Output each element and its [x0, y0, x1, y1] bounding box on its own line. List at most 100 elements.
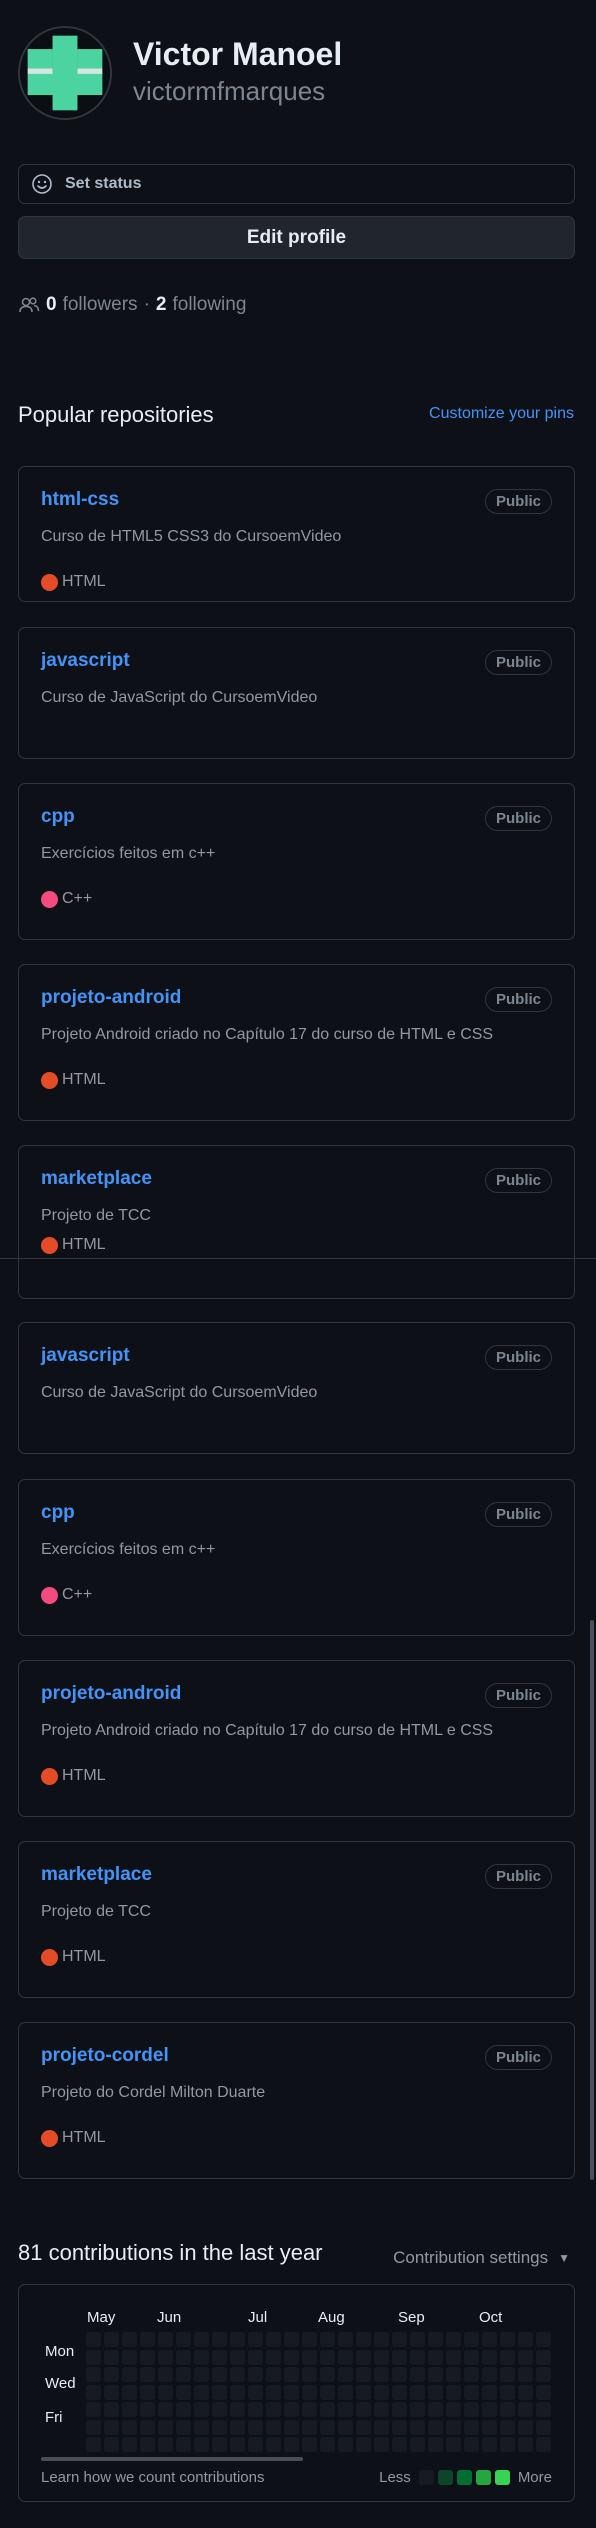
contribution-day-cell[interactable] [320, 2402, 335, 2417]
contribution-day-cell[interactable] [374, 2367, 389, 2382]
contribution-day-cell[interactable] [464, 2384, 479, 2400]
contribution-day-cell[interactable] [392, 2349, 407, 2365]
contribution-day-cell[interactable] [536, 2384, 551, 2400]
contribution-day-cell[interactable] [248, 2349, 263, 2365]
contribution-day-cell[interactable] [212, 2419, 227, 2435]
contribution-day-cell[interactable] [428, 2332, 443, 2347]
contribution-day-cell[interactable] [338, 2437, 353, 2452]
contribution-day-cell[interactable] [230, 2332, 245, 2347]
contribution-day-cell[interactable] [122, 2402, 137, 2417]
repo-name-link[interactable]: javascript [41, 650, 130, 672]
contribution-day-cell[interactable] [158, 2402, 173, 2417]
contribution-day-cell[interactable] [500, 2384, 515, 2400]
contribution-day-cell[interactable] [536, 2402, 551, 2417]
contribution-day-cell[interactable] [446, 2332, 461, 2347]
contribution-day-cell[interactable] [518, 2419, 533, 2435]
contribution-day-cell[interactable] [230, 2349, 245, 2365]
contribution-day-cell[interactable] [374, 2384, 389, 2400]
repo-name-link[interactable]: projeto-android [41, 1683, 181, 1705]
set-status-button[interactable]: Set status [18, 164, 575, 204]
contribution-day-cell[interactable] [86, 2437, 101, 2452]
contribution-day-cell[interactable] [122, 2384, 137, 2400]
edit-profile-button[interactable]: Edit profile [18, 216, 575, 259]
repo-name-link[interactable]: cpp [41, 1502, 75, 1524]
contribution-day-cell[interactable] [428, 2419, 443, 2435]
learn-contributions-link[interactable]: Learn how we count contributions [41, 2469, 264, 2486]
contribution-day-cell[interactable] [104, 2384, 119, 2400]
contribution-day-cell[interactable] [536, 2367, 551, 2382]
contribution-day-cell[interactable] [302, 2402, 317, 2417]
contribution-day-cell[interactable] [392, 2402, 407, 2417]
contribution-day-cell[interactable] [482, 2367, 497, 2382]
contribution-day-cell[interactable] [104, 2437, 119, 2452]
contribution-day-cell[interactable] [500, 2332, 515, 2347]
contribution-day-cell[interactable] [536, 2349, 551, 2365]
contribution-day-cell[interactable] [194, 2349, 209, 2365]
contribution-day-cell[interactable] [356, 2402, 371, 2417]
contribution-day-cell[interactable] [176, 2402, 191, 2417]
contribution-day-cell[interactable] [446, 2437, 461, 2452]
contribution-day-cell[interactable] [86, 2384, 101, 2400]
contribution-day-cell[interactable] [230, 2402, 245, 2417]
following-count[interactable]: 2 [156, 294, 167, 316]
contribution-day-cell[interactable] [248, 2437, 263, 2452]
contribution-day-cell[interactable] [284, 2384, 299, 2400]
contribution-day-cell[interactable] [338, 2332, 353, 2347]
contribution-day-cell[interactable] [194, 2384, 209, 2400]
contribution-day-cell[interactable] [428, 2384, 443, 2400]
contribution-day-cell[interactable] [446, 2402, 461, 2417]
contribution-day-cell[interactable] [140, 2384, 155, 2400]
contribution-day-cell[interactable] [428, 2349, 443, 2365]
contribution-day-cell[interactable] [338, 2419, 353, 2435]
contribution-day-cell[interactable] [194, 2367, 209, 2382]
contribution-day-cell[interactable] [212, 2349, 227, 2365]
contribution-day-cell[interactable] [86, 2349, 101, 2365]
contribution-day-cell[interactable] [104, 2332, 119, 2347]
contribution-day-cell[interactable] [140, 2367, 155, 2382]
contribution-day-cell[interactable] [482, 2384, 497, 2400]
repo-name-link[interactable]: cpp [41, 806, 75, 828]
contribution-day-cell[interactable] [194, 2437, 209, 2452]
contribution-day-cell[interactable] [176, 2349, 191, 2365]
contribution-day-cell[interactable] [176, 2367, 191, 2382]
contribution-day-cell[interactable] [320, 2437, 335, 2452]
contribution-day-cell[interactable] [230, 2419, 245, 2435]
repo-name-link[interactable]: marketplace [41, 1864, 152, 1886]
contribution-day-cell[interactable] [356, 2332, 371, 2347]
contribution-day-cell[interactable] [140, 2349, 155, 2365]
contribution-day-cell[interactable] [212, 2384, 227, 2400]
contribution-day-cell[interactable] [86, 2402, 101, 2417]
contribution-day-cell[interactable] [158, 2384, 173, 2400]
contribution-day-cell[interactable] [392, 2367, 407, 2382]
contribution-day-cell[interactable] [338, 2402, 353, 2417]
contribution-day-cell[interactable] [140, 2402, 155, 2417]
contribution-day-cell[interactable] [392, 2384, 407, 2400]
followers-label[interactable]: followers [63, 294, 138, 316]
contribution-day-cell[interactable] [356, 2437, 371, 2452]
contribution-day-cell[interactable] [410, 2419, 425, 2435]
contribution-day-cell[interactable] [122, 2349, 137, 2365]
contribution-day-cell[interactable] [266, 2402, 281, 2417]
contribution-day-cell[interactable] [230, 2437, 245, 2452]
contribution-day-cell[interactable] [158, 2367, 173, 2382]
contribution-day-cell[interactable] [464, 2402, 479, 2417]
contribution-day-cell[interactable] [266, 2437, 281, 2452]
contribution-day-cell[interactable] [482, 2332, 497, 2347]
contribution-day-cell[interactable] [302, 2419, 317, 2435]
contribution-day-cell[interactable] [356, 2384, 371, 2400]
contribution-day-cell[interactable] [122, 2332, 137, 2347]
contribution-day-cell[interactable] [428, 2367, 443, 2382]
contribution-day-cell[interactable] [428, 2437, 443, 2452]
contribution-day-cell[interactable] [338, 2349, 353, 2365]
contribution-day-cell[interactable] [230, 2367, 245, 2382]
contribution-day-cell[interactable] [176, 2332, 191, 2347]
contribution-day-cell[interactable] [320, 2419, 335, 2435]
contribution-day-cell[interactable] [356, 2367, 371, 2382]
avatar[interactable] [18, 26, 112, 120]
contribution-day-cell[interactable] [212, 2402, 227, 2417]
vertical-scrollbar[interactable] [590, 1620, 594, 2180]
contribution-day-cell[interactable] [194, 2332, 209, 2347]
contribution-day-cell[interactable] [140, 2419, 155, 2435]
contribution-day-cell[interactable] [302, 2367, 317, 2382]
contribution-day-cell[interactable] [122, 2419, 137, 2435]
